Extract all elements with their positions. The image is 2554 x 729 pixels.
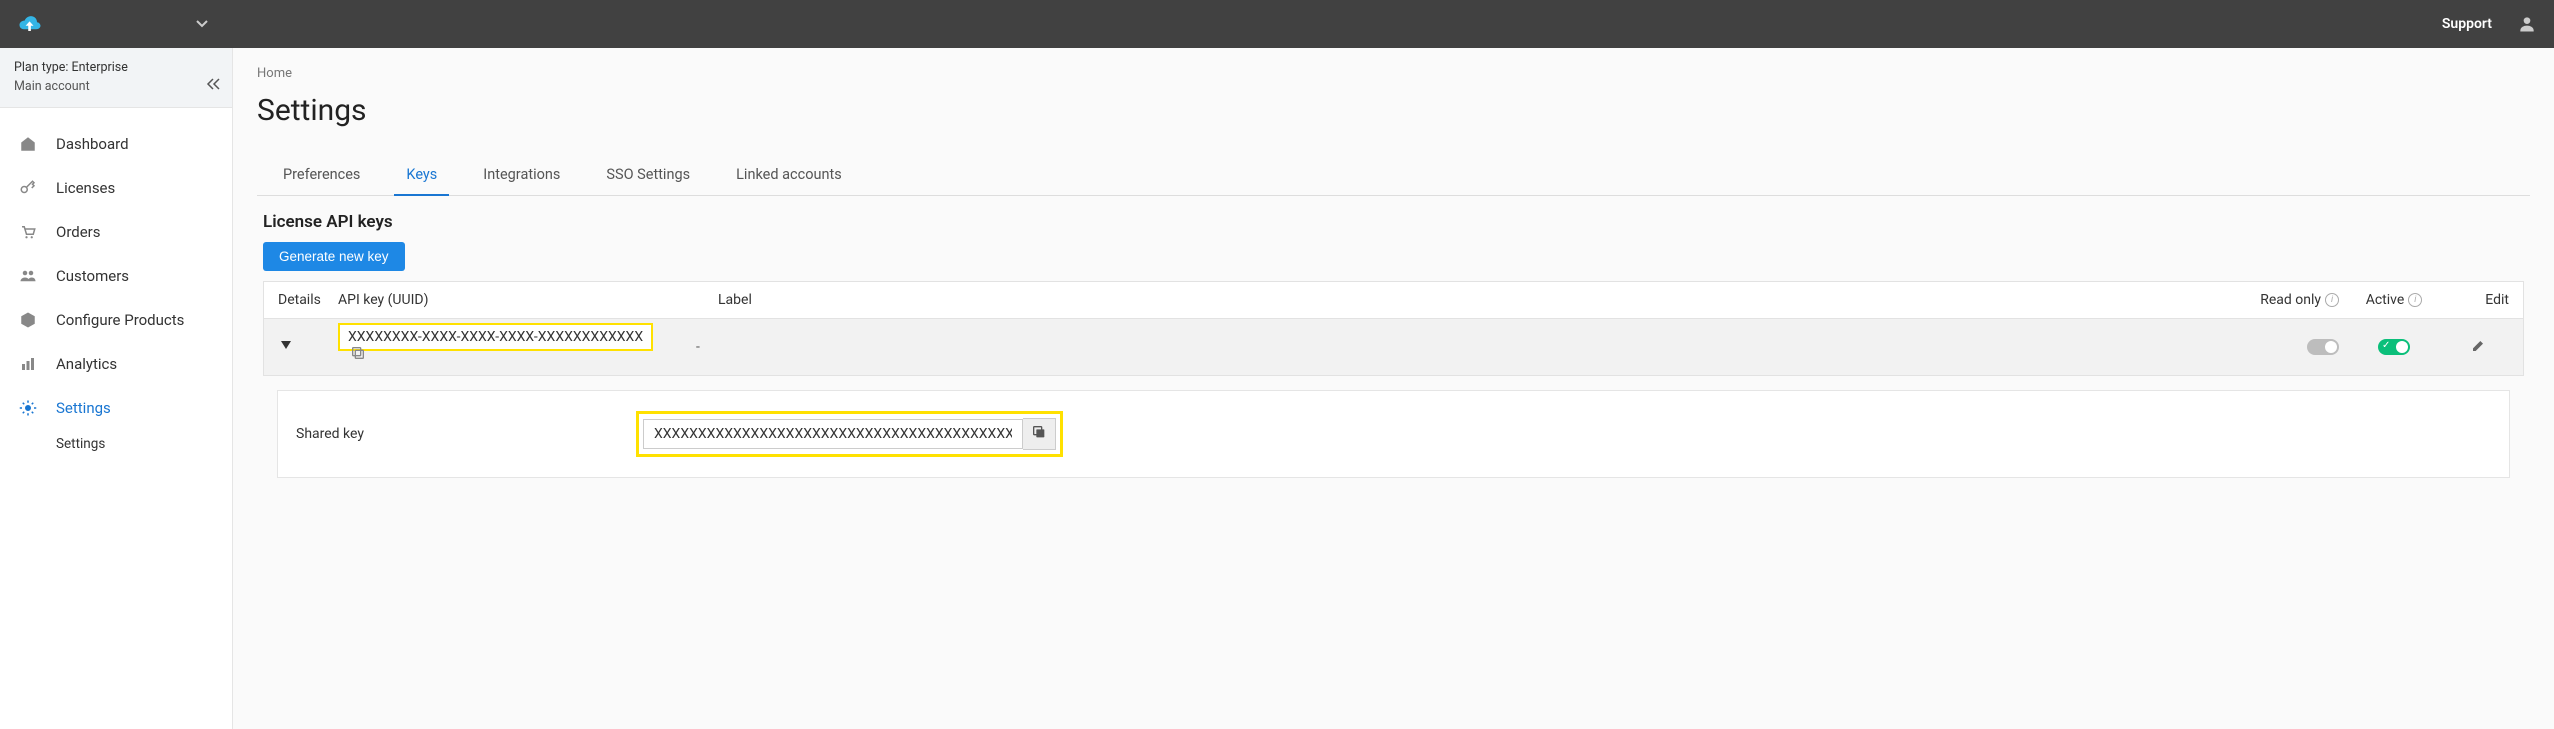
shared-key-box (636, 411, 1063, 457)
copy-shared-key-button[interactable] (1023, 418, 1056, 450)
account-text: Main account (14, 77, 218, 96)
license-api-keys-section: License API keys Generate new key Detail… (257, 196, 2530, 494)
sidebar: Plan type: Enterprise Main account Dashb… (0, 48, 233, 729)
copy-api-key-button[interactable] (350, 349, 366, 365)
sidebar-item-analytics[interactable]: Analytics (0, 342, 232, 386)
info-icon[interactable]: i (2325, 293, 2339, 307)
tab-linked-accounts[interactable]: Linked accounts (736, 156, 842, 195)
user-icon[interactable] (2516, 13, 2538, 35)
edit-row-button[interactable] (2471, 341, 2487, 357)
sidebar-item-orders[interactable]: Orders (0, 210, 232, 254)
sidebar-item-label: Dashboard (56, 135, 129, 153)
active-toggle[interactable]: ✓ (2378, 339, 2410, 355)
column-header-details: Details (278, 292, 338, 308)
column-header-edit: Edit (2449, 292, 2509, 308)
sidebar-item-settings[interactable]: Settings (0, 386, 232, 430)
column-header-api-key: API key (UUID) (338, 292, 718, 308)
expand-row-button[interactable] (278, 341, 294, 351)
section-title: License API keys (263, 212, 2524, 232)
read-only-cell: ✕ (2189, 339, 2339, 355)
sidebar-item-label: Licenses (56, 179, 115, 197)
tab-preferences[interactable]: Preferences (283, 156, 360, 195)
label-cell: - (678, 339, 2189, 355)
support-link[interactable]: Support (2442, 16, 2492, 32)
sidebar-item-dashboard[interactable]: Dashboard (0, 122, 232, 166)
home-icon (18, 134, 38, 154)
tab-keys[interactable]: Keys (406, 156, 437, 195)
key-icon (18, 178, 38, 198)
page-title: Settings (257, 93, 2530, 128)
main-content: Home Settings Preferences Keys Integrati… (233, 48, 2554, 729)
logo-icon (16, 13, 44, 35)
column-header-text: Active (2366, 292, 2405, 308)
api-key-value: XXXXXXXX-XXXX-XXXX-XXXX-XXXXXXXXXXXX (338, 323, 653, 351)
sidebar-subitem-settings[interactable]: Settings (0, 430, 232, 458)
cart-icon (18, 222, 38, 242)
generate-new-key-button[interactable]: Generate new key (263, 242, 405, 271)
column-header-active: Active i (2339, 292, 2449, 308)
active-cell: ✓ (2339, 339, 2449, 355)
api-keys-table: Details API key (UUID) Label Read only i… (263, 281, 2524, 478)
sidebar-item-label: Orders (56, 223, 101, 241)
chevron-down-icon (196, 16, 208, 32)
shared-key-label: Shared key (296, 426, 596, 442)
box-icon (18, 310, 38, 330)
info-icon[interactable]: i (2408, 293, 2422, 307)
layout: Plan type: Enterprise Main account Dashb… (0, 48, 2554, 729)
column-header-label: Label (718, 292, 2189, 308)
plan-info: Plan type: Enterprise Main account (0, 48, 232, 108)
tab-sso-settings[interactable]: SSO Settings (606, 156, 690, 195)
sidebar-item-label: Settings (56, 399, 111, 417)
read-only-toggle[interactable]: ✕ (2307, 339, 2339, 355)
shared-key-input[interactable] (643, 419, 1023, 449)
column-header-text: Read only (2260, 292, 2321, 308)
tabs: Preferences Keys Integrations SSO Settin… (257, 156, 2530, 196)
sidebar-item-licenses[interactable]: Licenses (0, 166, 232, 210)
sidebar-item-label: Analytics (56, 355, 117, 373)
tab-integrations[interactable]: Integrations (483, 156, 560, 195)
table-header-row: Details API key (UUID) Label Read only i… (263, 281, 2524, 319)
gear-icon (18, 398, 38, 418)
api-key-cell: XXXXXXXX-XXXX-XXXX-XXXX-XXXXXXXXXXXX (338, 329, 678, 365)
users-icon (18, 266, 38, 286)
top-bar: Support (0, 0, 2554, 48)
sidebar-item-label: Configure Products (56, 311, 184, 329)
row-detail-panel: Shared key (277, 390, 2510, 478)
topbar-right: Support (2442, 13, 2538, 35)
collapse-sidebar-button[interactable] (206, 77, 222, 96)
topbar-left (16, 13, 216, 35)
org-dropdown[interactable] (56, 16, 216, 32)
sidebar-item-label: Customers (56, 267, 129, 285)
breadcrumb[interactable]: Home (257, 66, 2530, 81)
sidebar-item-customers[interactable]: Customers (0, 254, 232, 298)
column-header-read-only: Read only i (2189, 292, 2339, 308)
sidebar-item-configure-products[interactable]: Configure Products (0, 298, 232, 342)
chart-icon (18, 354, 38, 374)
plan-type-text: Plan type: Enterprise (14, 58, 218, 77)
table-row: XXXXXXXX-XXXX-XXXX-XXXX-XXXXXXXXXXXX - ✕… (263, 319, 2524, 376)
sidebar-nav: Dashboard Licenses Orders Customers Conf… (0, 108, 232, 458)
